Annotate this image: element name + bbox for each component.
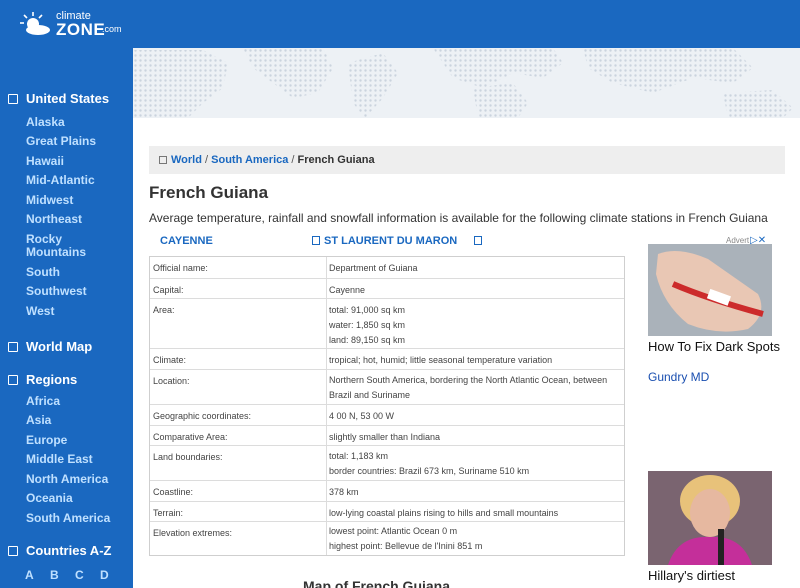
sidebar-item-africa[interactable]: Africa bbox=[26, 395, 60, 408]
info-key: Elevation extremes: bbox=[153, 528, 233, 538]
breadcrumb-world-link[interactable]: World bbox=[171, 154, 202, 166]
logo-text-com: .com bbox=[102, 24, 122, 34]
table-row: Capital: Cayenne bbox=[150, 278, 624, 298]
info-key: Area: bbox=[153, 305, 175, 315]
dotted-world-map bbox=[133, 48, 793, 118]
ad-source[interactable]: Gundry MD bbox=[648, 370, 709, 384]
table-row: Terrain: low-lying coastal plains rising… bbox=[150, 501, 624, 521]
info-value: Cayenne bbox=[329, 285, 366, 295]
top-bar: climate ZONE .com bbox=[0, 0, 800, 48]
home-icon bbox=[159, 156, 167, 164]
letter-c-link[interactable]: C bbox=[75, 568, 84, 582]
table-row: Elevation extremes: lowest point: Atlant… bbox=[150, 521, 624, 555]
sidebar-item-alaska[interactable]: Alaska bbox=[26, 116, 65, 129]
info-value: Department of Guiana bbox=[329, 263, 418, 273]
ad-title[interactable]: Hillary's dirtiest bbox=[648, 567, 798, 584]
info-value: low-lying coastal plains rising to hills… bbox=[329, 508, 559, 518]
table-row: Official name: Department of Guiana bbox=[150, 257, 624, 278]
sidebar-item-midwest[interactable]: Midwest bbox=[26, 194, 73, 207]
info-key: Coastline: bbox=[153, 487, 194, 497]
info-key: Capital: bbox=[153, 285, 184, 295]
table-row: Location: Northern South America, border… bbox=[150, 369, 624, 404]
info-value: slightly smaller than Indiana bbox=[329, 432, 441, 442]
site-logo[interactable]: climate ZONE .com bbox=[16, 6, 126, 42]
location-icon bbox=[312, 236, 320, 245]
table-row: Area: total: 91,000 sq km water: 1,850 sq… bbox=[150, 298, 624, 348]
info-value: lowest point: Atlantic Ocean 0 m highest … bbox=[329, 526, 483, 551]
info-key: Location: bbox=[153, 376, 190, 386]
info-value: 4 00 N, 53 00 W bbox=[329, 411, 395, 421]
table-row: Land boundaries: total: 1,183 km border c… bbox=[150, 445, 624, 480]
list-icon bbox=[8, 94, 18, 104]
station-link-cayenne[interactable]: CAYENNE bbox=[160, 235, 213, 247]
info-key: Climate: bbox=[153, 355, 187, 365]
intro-text: Average temperature, rainfall and snowfa… bbox=[149, 211, 768, 225]
world-map-banner bbox=[133, 48, 800, 118]
sidebar-item-north-america[interactable]: North America bbox=[26, 473, 108, 486]
station-more-icon[interactable] bbox=[474, 235, 486, 247]
table-row: Comparative Area: slightly smaller than … bbox=[150, 425, 624, 445]
sidebar-section-countries[interactable]: Countries A-Z bbox=[8, 543, 111, 558]
letter-a-link[interactable]: A bbox=[25, 568, 34, 582]
breadcrumb-current: French Guiana bbox=[297, 154, 375, 166]
sidebar-item-west[interactable]: West bbox=[26, 305, 54, 318]
globe-icon bbox=[8, 342, 18, 352]
sidebar-section-world-map[interactable]: World Map bbox=[8, 339, 92, 354]
sidebar-item-mountains[interactable]: Mountains bbox=[26, 246, 86, 259]
sidebar-item-middle-east[interactable]: Middle East bbox=[26, 453, 93, 466]
table-row: Climate: tropical; hot, humid; little se… bbox=[150, 348, 624, 369]
page-title: French Guiana bbox=[149, 183, 269, 202]
info-value: total: 91,000 sq km water: 1,850 sq km lan… bbox=[329, 305, 406, 345]
info-value: tropical; hot, humid; little seasonal te… bbox=[329, 355, 553, 365]
ad-title[interactable]: How To Fix Dark Spots bbox=[648, 338, 788, 355]
sidebar-item-asia[interactable]: Asia bbox=[26, 414, 51, 427]
sidebar-item-mid-atlantic[interactable]: Mid-Atlantic bbox=[26, 174, 95, 187]
list-icon bbox=[8, 375, 18, 385]
country-info-table: Official name: Department of Guiana Capi… bbox=[149, 256, 625, 556]
station-link-st-laurent[interactable]: ST LAURENT DU MARON bbox=[312, 235, 457, 247]
info-value: Northern South America, bordering the No… bbox=[329, 375, 608, 400]
info-key: Official name: bbox=[153, 263, 208, 273]
sidebar-item-southwest[interactable]: Southwest bbox=[26, 285, 87, 298]
info-value: total: 1,183 km border countries: Brazil … bbox=[329, 451, 530, 476]
breadcrumb-separator: / bbox=[288, 154, 298, 166]
list-icon bbox=[8, 546, 18, 556]
sun-cloud-icon bbox=[20, 12, 50, 35]
info-key: Land boundaries: bbox=[153, 452, 223, 462]
breadcrumb-south-america-link[interactable]: South America bbox=[211, 154, 288, 166]
info-key: Geographic coordinates: bbox=[153, 411, 252, 421]
ad-image-portrait[interactable] bbox=[648, 471, 772, 565]
sidebar-item-hawaii[interactable]: Hawaii bbox=[26, 155, 64, 168]
letter-b-link[interactable]: B bbox=[50, 568, 59, 582]
ad-image-hand[interactable] bbox=[648, 244, 772, 336]
sidebar-item-europe[interactable]: Europe bbox=[26, 434, 67, 447]
sidebar-item-south-america[interactable]: South America bbox=[26, 512, 110, 525]
sidebar-item-great-plains[interactable]: Great Plains bbox=[26, 135, 96, 148]
sidebar-item-northeast[interactable]: Northeast bbox=[26, 213, 82, 226]
sidebar-item-south[interactable]: South bbox=[26, 266, 60, 279]
map-section-title: Map of French Guiana bbox=[303, 578, 451, 588]
sidebar-section-regions[interactable]: Regions bbox=[8, 372, 77, 387]
info-key: Terrain: bbox=[153, 508, 184, 518]
breadcrumb-separator: / bbox=[201, 154, 212, 166]
sidebar-item-oceania[interactable]: Oceania bbox=[26, 492, 73, 505]
letter-d-link[interactable]: D bbox=[100, 568, 109, 582]
info-value: 378 km bbox=[329, 487, 359, 497]
sidebar-section-united-states[interactable]: United States bbox=[8, 91, 109, 106]
breadcrumb: World / South America / French Guiana bbox=[149, 146, 785, 174]
table-row: Geographic coordinates: 4 00 N, 53 00 W bbox=[150, 404, 624, 425]
info-key: Comparative Area: bbox=[153, 432, 228, 442]
sidebar bbox=[0, 48, 133, 588]
table-row: Coastline: 378 km bbox=[150, 480, 624, 501]
logo-text-zone: ZONE bbox=[56, 20, 106, 39]
